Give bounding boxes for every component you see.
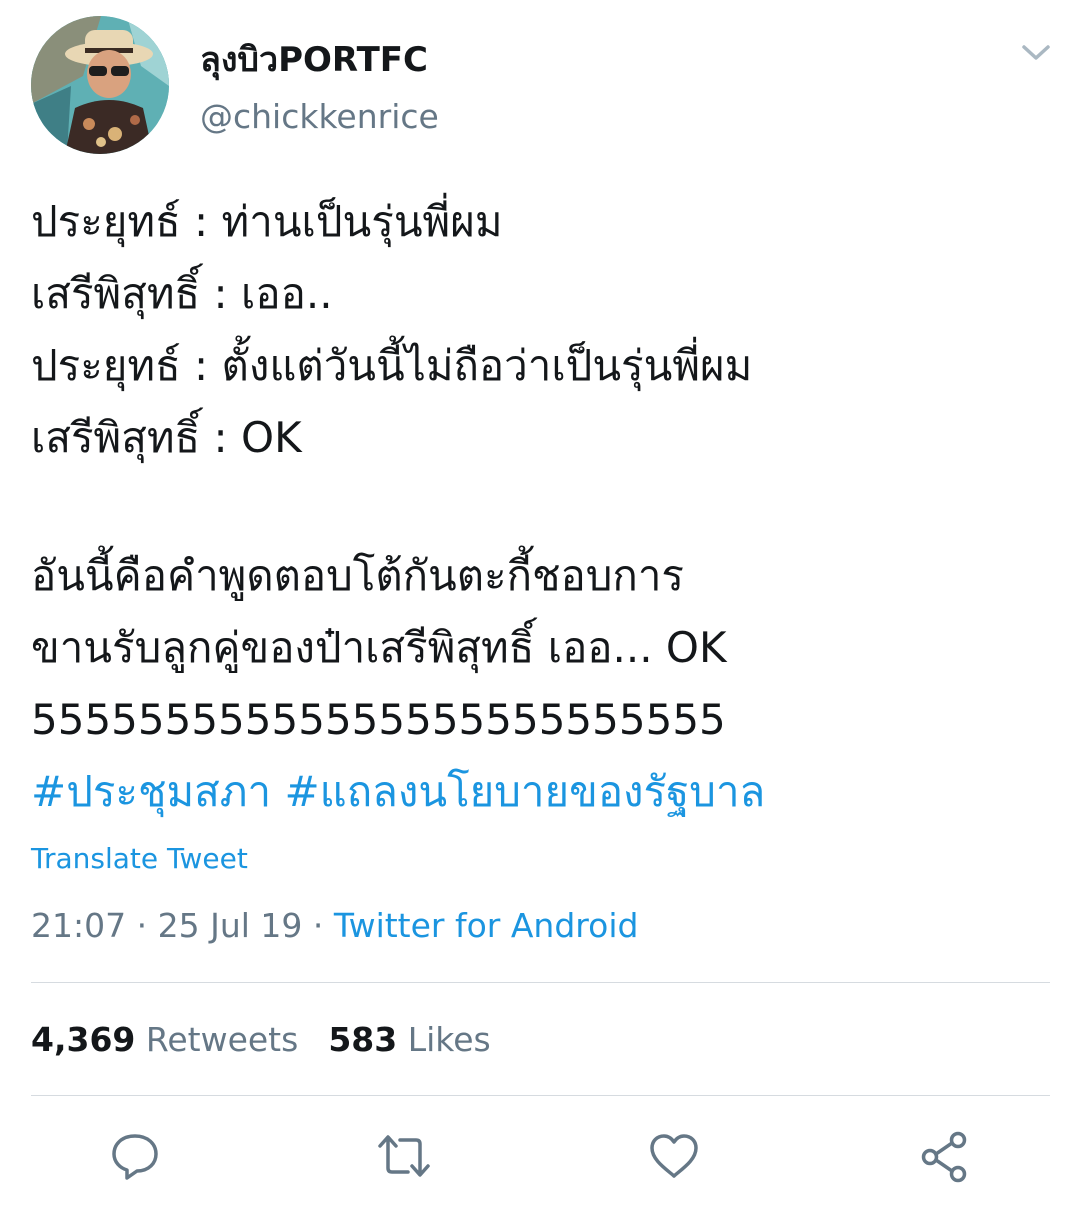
tweet-line: ประยุทธ์ : ตั้งแต่วันนี้ไม่ถือว่าเป็นรุ่…	[31, 341, 753, 390]
chevron-down-icon[interactable]	[1014, 38, 1058, 68]
divider	[31, 982, 1050, 983]
avatar[interactable]	[31, 16, 169, 154]
tweet-line: เสรีพิสุทธิ์ : OK	[31, 413, 302, 462]
retweets-stat[interactable]: 4,369 Retweets	[31, 1020, 298, 1059]
meta-separator: ·	[136, 906, 148, 945]
avatar-photo	[31, 16, 169, 154]
hashtag-link[interactable]: #ประชุมสภา	[31, 767, 271, 816]
hashtag-link[interactable]: #แถลงนโยบายของรัฐบาล	[284, 767, 765, 816]
likes-label: Likes	[407, 1020, 491, 1059]
tweet-date: 25 Jul 19	[157, 906, 303, 945]
likes-stat[interactable]: 583 Likes	[328, 1020, 490, 1059]
retweets-count: 4,369	[31, 1020, 136, 1059]
user-handle[interactable]: @chickkenrice	[200, 97, 439, 136]
tweet-meta: 21:07 · 25 Jul 19 · Twitter for Android	[31, 906, 638, 945]
tweet-text: ประยุทธ์ : ท่านเป็นรุ่นพี่ผม เสรีพิสุทธิ…	[31, 186, 1061, 828]
meta-separator: ·	[312, 906, 324, 945]
tweet-line: ประยุทธ์ : ท่านเป็นรุ่นพี่ผม	[31, 197, 503, 246]
tweet-line: เสรีพิสุทธิ์ : เออ..	[31, 269, 333, 318]
share-icon[interactable]	[916, 1128, 972, 1184]
translate-tweet-link[interactable]: Translate Tweet	[31, 842, 248, 875]
tweet-line: ขานรับลูกคู่ของป๋าเสรีพิสุทธิ์ เออ... OK	[31, 623, 727, 672]
reply-icon[interactable]	[107, 1128, 163, 1184]
tweet-line: อันนี้คือคำพูดตอบโต้กันตะกี้ชอบการ	[31, 551, 684, 600]
tweet-stats: 4,369 Retweets 583 Likes	[31, 1020, 491, 1059]
retweets-label: Retweets	[145, 1020, 299, 1059]
tweet-source-link[interactable]: Twitter for Android	[334, 906, 639, 945]
likes-count: 583	[328, 1020, 398, 1059]
tweet-time: 21:07	[31, 906, 127, 945]
hashtag-row: #ประชุมสภา #แถลงนโยบายของรัฐบาล	[31, 756, 1061, 828]
tweet-line: 55555555555555555555555555	[31, 695, 726, 744]
display-name[interactable]: ลุงบิวPORTFC	[200, 32, 428, 86]
divider	[31, 1095, 1050, 1096]
retweet-icon[interactable]	[376, 1128, 432, 1184]
like-icon[interactable]	[646, 1128, 702, 1184]
